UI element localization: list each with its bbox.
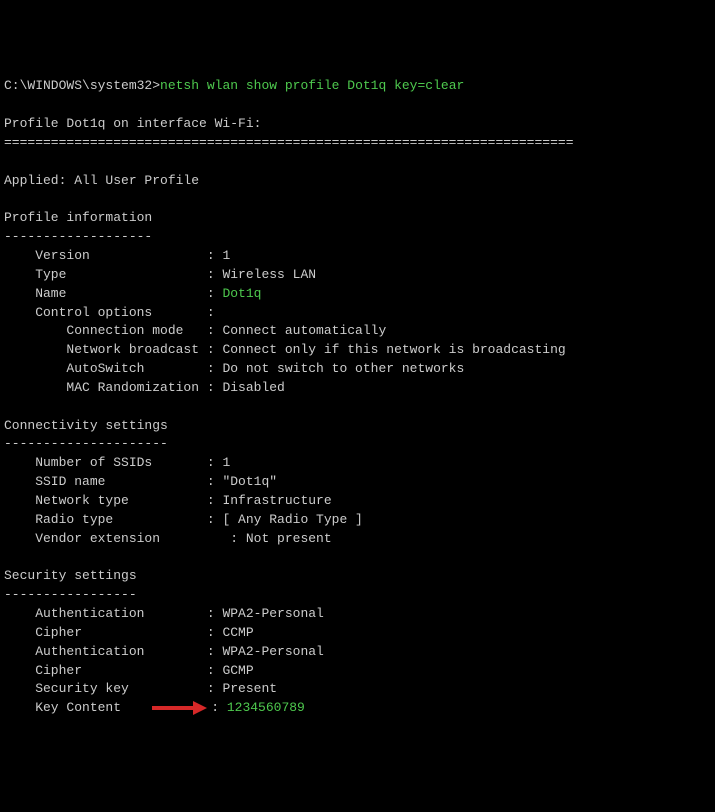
label: Authentication :: [4, 606, 222, 621]
cmd-profile-arg: Dot1q: [347, 78, 386, 93]
key-content-value: 1234560789: [227, 700, 305, 715]
label: Vendor extension :: [4, 531, 246, 546]
row-version: Version : 1: [4, 248, 230, 263]
row-network-type: Network type : Infrastructure: [4, 493, 332, 508]
terminal-output[interactable]: C:\WINDOWS\system32>netsh wlan show prof…: [4, 77, 711, 718]
section-dashes: ---------------------: [4, 436, 168, 451]
label: Number of SSIDs :: [4, 455, 222, 470]
row-mac-randomization: MAC Randomization : Disabled: [4, 380, 285, 395]
row-vendor-extension: Vendor extension : Not present: [4, 531, 332, 546]
value: Do not switch to other networks: [222, 361, 464, 376]
row-authentication-2: Authentication : WPA2-Personal: [4, 644, 324, 659]
label: AutoSwitch :: [4, 361, 222, 376]
row-cipher-2: Cipher : GCMP: [4, 663, 254, 678]
value: 1: [222, 455, 230, 470]
label: Cipher :: [4, 663, 222, 678]
section-heading-security: Security settings: [4, 568, 137, 583]
section-dashes: -----------------: [4, 587, 137, 602]
value: CCMP: [222, 625, 253, 640]
value: Disabled: [222, 380, 284, 395]
label: Cipher :: [4, 625, 222, 640]
row-name: Name : Dot1q: [4, 286, 261, 301]
value: GCMP: [222, 663, 253, 678]
cmd-key-value: clear: [425, 78, 464, 93]
row-type: Type : Wireless LAN: [4, 267, 316, 282]
row-radio-type: Radio type : [ Any Radio Type ]: [4, 512, 363, 527]
section-dashes: -------------------: [4, 229, 152, 244]
label: Network type :: [4, 493, 222, 508]
value: Connect only if this network is broadcas…: [222, 342, 565, 357]
applied-line: Applied: All User Profile: [4, 173, 199, 188]
row-connection-mode: Connection mode : Connect automatically: [4, 323, 386, 338]
section-heading-connectivity: Connectivity settings: [4, 418, 168, 433]
label: Network broadcast :: [4, 342, 222, 357]
row-autoswitch: AutoSwitch : Do not switch to other netw…: [4, 361, 464, 376]
value: Infrastructure: [222, 493, 331, 508]
row-authentication-1: Authentication : WPA2-Personal: [4, 606, 324, 621]
header-rule: ========================================…: [4, 135, 574, 150]
row-key-content: Key Content : 1234560789: [4, 700, 305, 715]
value: WPA2-Personal: [222, 606, 323, 621]
label: Connection mode :: [4, 323, 222, 338]
label: Name :: [4, 286, 222, 301]
value: 1: [222, 248, 230, 263]
section-heading-profile-info: Profile information: [4, 210, 152, 225]
row-security-key: Security key : Present: [4, 681, 277, 696]
label: Radio type :: [4, 512, 222, 527]
value: Wireless LAN: [222, 267, 316, 282]
row-network-broadcast: Network broadcast : Connect only if this…: [4, 342, 566, 357]
row-ssid-name: SSID name : "Dot1q": [4, 474, 277, 489]
cmd-prefix: netsh wlan show profile: [160, 78, 347, 93]
row-cipher-1: Cipher : CCMP: [4, 625, 254, 640]
profile-header: Profile Dot1q on interface Wi-Fi:: [4, 116, 261, 131]
value: Not present: [246, 531, 332, 546]
arrow-right-icon: [152, 703, 207, 713]
label: MAC Randomization :: [4, 380, 222, 395]
label: Type :: [4, 267, 222, 282]
cmd-key-label: key=: [386, 78, 425, 93]
label: Key Content: [4, 700, 152, 715]
value: [ Any Radio Type ]: [222, 512, 362, 527]
label: SSID name :: [4, 474, 222, 489]
row-control-options: Control options :: [4, 305, 215, 320]
value: Dot1q: [222, 286, 261, 301]
row-number-of-ssids: Number of SSIDs : 1: [4, 455, 230, 470]
label: Authentication :: [4, 644, 222, 659]
label: Version :: [4, 248, 222, 263]
value: "Dot1q": [222, 474, 277, 489]
value: Connect automatically: [222, 323, 386, 338]
label: Security key :: [4, 681, 222, 696]
cmd-line: C:\WINDOWS\system32>netsh wlan show prof…: [4, 78, 464, 93]
prompt-path: C:\WINDOWS\system32>: [4, 78, 160, 93]
colon: :: [211, 700, 227, 715]
value: Present: [222, 681, 277, 696]
value: WPA2-Personal: [222, 644, 323, 659]
